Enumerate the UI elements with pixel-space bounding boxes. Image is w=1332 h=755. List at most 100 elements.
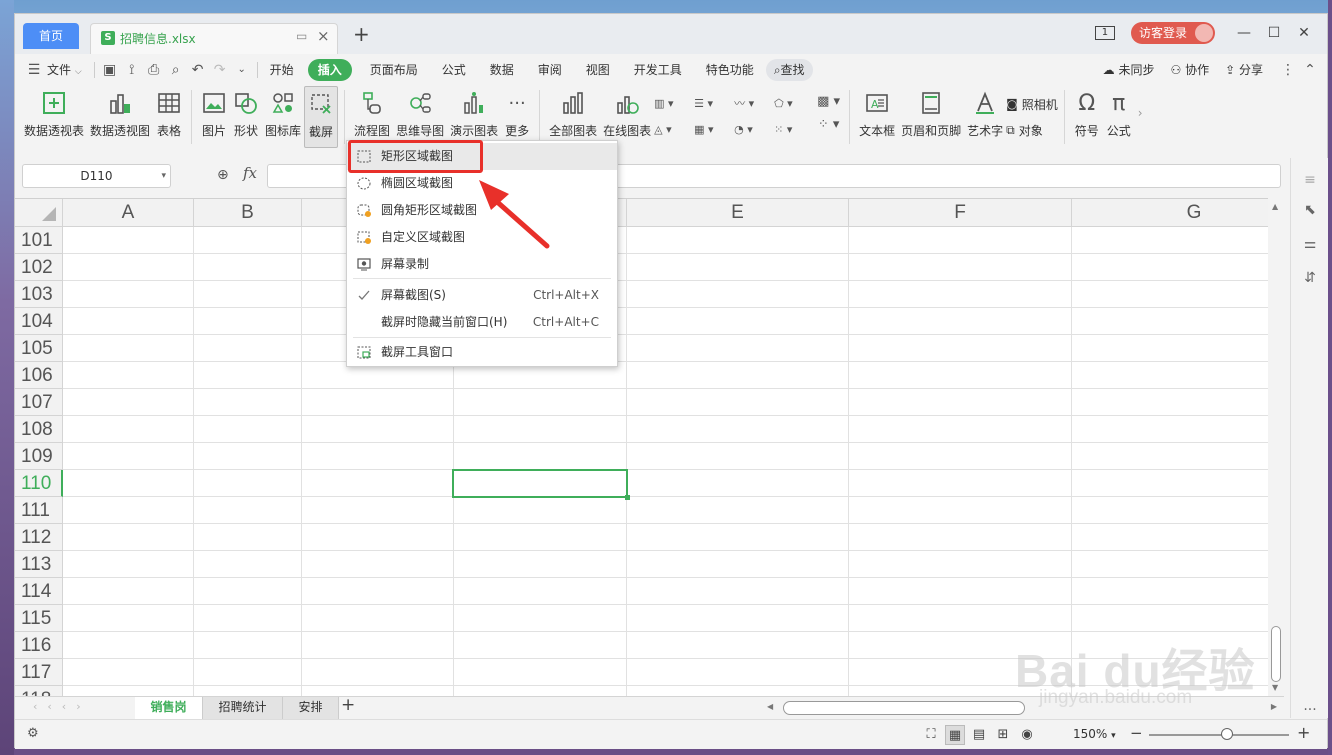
normal-view-icon[interactable]: ▦ xyxy=(945,725,965,745)
scroll-down-icon[interactable]: ▼ xyxy=(1272,683,1278,692)
fullscreen-icon[interactable]: ⛶ xyxy=(921,725,941,745)
tab-formulas[interactable]: 公式 xyxy=(430,59,478,81)
header-footer-button[interactable]: 页眉和页脚 xyxy=(898,86,964,148)
zoom-search-icon[interactable]: ⊕ xyxy=(217,167,229,183)
stock-chart-icon[interactable]: ▦ ▾ xyxy=(694,116,734,142)
print-icon[interactable]: ⎙ xyxy=(143,59,165,81)
row-header[interactable]: 113 xyxy=(15,551,63,578)
chevron-down-icon[interactable]: ▾ xyxy=(161,165,166,187)
search-button[interactable]: ⌕查找 xyxy=(765,59,813,81)
column-header-a[interactable]: A xyxy=(63,199,194,227)
symbol-button[interactable]: Ω 符号 xyxy=(1071,86,1103,148)
row-header[interactable]: 104 xyxy=(15,308,63,335)
tab-developer[interactable]: 开发工具 xyxy=(622,59,694,81)
eye-protection-icon[interactable]: ◉ xyxy=(1017,725,1037,745)
pie-chart-icon[interactable]: ◔ ▾ xyxy=(734,116,774,142)
zoom-out-button[interactable]: − xyxy=(1130,724,1143,742)
area-chart-icon[interactable]: ◬ ▾ xyxy=(654,116,694,142)
add-sheet-button[interactable]: + xyxy=(341,695,355,715)
window-count-badge[interactable]: 1 xyxy=(1094,26,1115,40)
tab-page-layout[interactable]: 页面布局 xyxy=(358,59,430,81)
icon-library-button[interactable]: 图标库 xyxy=(262,86,304,148)
scroll-up-icon[interactable]: ▲ xyxy=(1272,202,1278,211)
sheet-nav-arrows[interactable]: ‹‹‹› xyxy=(33,700,91,713)
sync-status[interactable]: ☁ 未同步 xyxy=(1095,59,1163,81)
scatter-chart-icon[interactable]: ⁙ ▾ xyxy=(774,116,814,142)
object-button[interactable]: ⧉ 对象 xyxy=(1006,117,1058,143)
row-header[interactable]: 109 xyxy=(15,443,63,470)
wordart-button[interactable]: 艺术字 xyxy=(964,86,1006,148)
online-chart-button[interactable]: 在线图表 xyxy=(600,86,654,148)
sheet-tab-sales[interactable]: 销售岗 xyxy=(135,697,203,719)
page-layout-view-icon[interactable]: ▤ xyxy=(969,725,989,745)
column-header-f[interactable]: F xyxy=(849,199,1072,227)
menu-item-tool-window[interactable]: 截屏工具窗口 xyxy=(347,339,617,366)
mindmap-button[interactable]: 思维导图 xyxy=(393,86,447,148)
selected-cell[interactable] xyxy=(452,469,630,500)
sheet-tab-recruit-stats[interactable]: 招聘统计 xyxy=(203,697,283,719)
format-painter-icon[interactable]: ⟟ xyxy=(121,59,143,81)
column-header-g[interactable]: G xyxy=(1072,199,1268,227)
row-header[interactable]: 114 xyxy=(15,578,63,605)
menu-item-screen-capture[interactable]: 屏幕截图(S) Ctrl+Alt+X xyxy=(347,282,617,309)
line-chart-icon[interactable]: 〰 ▾ xyxy=(734,90,774,116)
tab-data[interactable]: 数据 xyxy=(478,59,526,81)
column-chart-icon[interactable]: ▥ ▾ xyxy=(654,90,694,116)
hamburger-icon[interactable]: ☰ xyxy=(23,59,45,81)
page-break-view-icon[interactable]: ⊞ xyxy=(993,725,1013,745)
shape-button[interactable]: 形状 xyxy=(230,86,262,148)
close-tab-icon[interactable]: × xyxy=(317,27,330,45)
undo-icon[interactable]: ↶ xyxy=(187,59,209,81)
backup-icon[interactable]: ⇵ xyxy=(1300,270,1320,286)
close-icon[interactable]: ✕ xyxy=(1289,25,1319,41)
home-tab[interactable]: 首页 xyxy=(23,23,79,49)
table-button[interactable]: 表格 xyxy=(153,86,185,148)
all-charts-button[interactable]: 全部图表 xyxy=(546,86,600,148)
print-preview-icon[interactable]: ⌕ xyxy=(165,59,187,81)
function-icon[interactable]: fx xyxy=(243,164,257,182)
flowchart-button[interactable]: 流程图 xyxy=(351,86,393,148)
zoom-slider[interactable] xyxy=(1149,734,1289,736)
cursor-icon[interactable]: ⬉ xyxy=(1300,202,1320,218)
collab-button[interactable]: ⚇ 协作 xyxy=(1162,59,1217,81)
demo-chart-button[interactable]: 演示图表 xyxy=(447,86,501,148)
row-header[interactable]: 103 xyxy=(15,281,63,308)
pin-icon[interactable]: ▭ xyxy=(296,29,307,43)
scroll-right-icon[interactable]: ▶ xyxy=(1271,702,1277,711)
select-all-corner[interactable] xyxy=(15,199,63,227)
more-button[interactable]: ··· 更多 xyxy=(501,86,533,148)
row-header[interactable]: 115 xyxy=(15,605,63,632)
picture-button[interactable]: 图片 xyxy=(198,86,230,148)
row-header[interactable]: 101 xyxy=(15,227,63,254)
name-box[interactable]: D110 ▾ xyxy=(22,164,171,188)
ribbon-scroll-right[interactable]: › xyxy=(1135,86,1146,148)
maximize-icon[interactable]: ☐ xyxy=(1259,25,1289,41)
file-menu[interactable]: 文件 ⌵ xyxy=(45,59,90,81)
row-header[interactable]: 105 xyxy=(15,335,63,362)
sheet-tab-arrange[interactable]: 安排 xyxy=(283,697,339,719)
row-header[interactable]: 106 xyxy=(15,362,63,389)
row-header[interactable]: 110 xyxy=(15,470,63,497)
save-icon[interactable]: ▣ xyxy=(99,59,121,81)
zoom-in-button[interactable]: + xyxy=(1297,723,1310,742)
tab-features[interactable]: 特色功能 xyxy=(694,59,766,81)
settings-sliders-icon[interactable]: ⚌ xyxy=(1300,236,1320,252)
vertical-scroll-thumb[interactable] xyxy=(1271,626,1281,682)
zoom-slider-knob[interactable] xyxy=(1221,728,1233,740)
minimize-icon[interactable]: — xyxy=(1229,25,1259,41)
column-header-b[interactable]: B xyxy=(194,199,302,227)
file-tab[interactable]: S 招聘信息.xlsx ▭ × xyxy=(90,23,338,54)
new-tab-button[interactable]: + xyxy=(353,22,370,46)
camera-button[interactable]: ◙ 照相机 xyxy=(1006,91,1058,117)
macro-icon[interactable]: ⚙ xyxy=(27,726,39,741)
row-header[interactable]: 102 xyxy=(15,254,63,281)
tab-insert[interactable]: 插入 xyxy=(307,59,352,81)
zoom-level[interactable]: 150% ▾ xyxy=(1073,727,1116,741)
row-header[interactable]: 116 xyxy=(15,632,63,659)
login-button[interactable]: 访客登录 xyxy=(1130,22,1215,44)
horizontal-scrollbar[interactable]: ◀ ▶ xyxy=(761,701,1277,715)
bar-chart-icon[interactable]: ☰ ▾ xyxy=(694,90,734,116)
screenshot-button[interactable]: 截屏 xyxy=(304,86,339,148)
share-button[interactable]: ⇪ 分享 xyxy=(1217,59,1271,81)
row-header[interactable]: 108 xyxy=(15,416,63,443)
